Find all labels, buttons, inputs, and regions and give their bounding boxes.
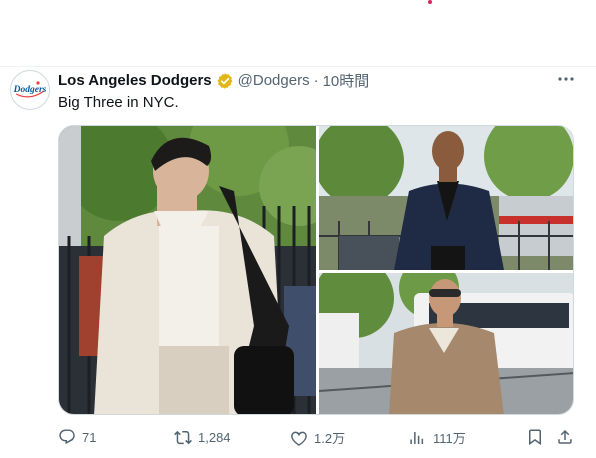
photo-bottom-right[interactable] xyxy=(319,273,573,414)
avatar[interactable]: Dodgers xyxy=(10,70,50,110)
timestamp[interactable]: 10時間 xyxy=(323,70,370,91)
action-bar: 71 1,284 1.2万 111万 xyxy=(58,428,578,450)
share-button[interactable] xyxy=(556,428,574,446)
like-icon xyxy=(291,431,307,446)
author-handle[interactable]: @Dodgers xyxy=(238,72,310,89)
author-name[interactable]: Los Angeles Dodgers xyxy=(58,72,212,89)
views-icon xyxy=(410,431,424,444)
retweet-icon xyxy=(174,430,192,445)
notification-dot xyxy=(428,0,432,4)
reply-button[interactable]: 71 xyxy=(58,428,96,446)
more-icon[interactable] xyxy=(556,70,576,88)
photo-left[interactable] xyxy=(59,126,316,414)
media-grid xyxy=(58,125,574,415)
views-count: 111万 xyxy=(433,431,466,446)
bookmark-icon xyxy=(529,429,541,446)
dodgers-logo-icon: Dodgers xyxy=(12,72,48,108)
share-icon xyxy=(558,429,572,444)
like-count: 1.2万 xyxy=(314,431,346,446)
retweet-count: 1,284 xyxy=(198,429,231,445)
reply-count: 71 xyxy=(82,429,97,445)
separator-dot: · xyxy=(313,72,319,89)
divider xyxy=(0,66,596,67)
avatar-logo-text: Dodgers xyxy=(13,85,47,95)
retweet-button[interactable]: 1,284 xyxy=(174,428,231,446)
verified-badge-icon xyxy=(216,72,234,90)
reply-icon xyxy=(59,429,75,445)
tweet-text: Big Three in NYC. xyxy=(58,94,179,111)
views-button[interactable]: 111万 xyxy=(409,428,466,447)
bookmark-button[interactable] xyxy=(526,428,544,446)
photo-top-right[interactable] xyxy=(319,126,573,270)
like-button[interactable]: 1.2万 xyxy=(290,428,345,447)
tweet-header: Los Angeles Dodgers @Dodgers · 10時間 xyxy=(58,70,369,91)
